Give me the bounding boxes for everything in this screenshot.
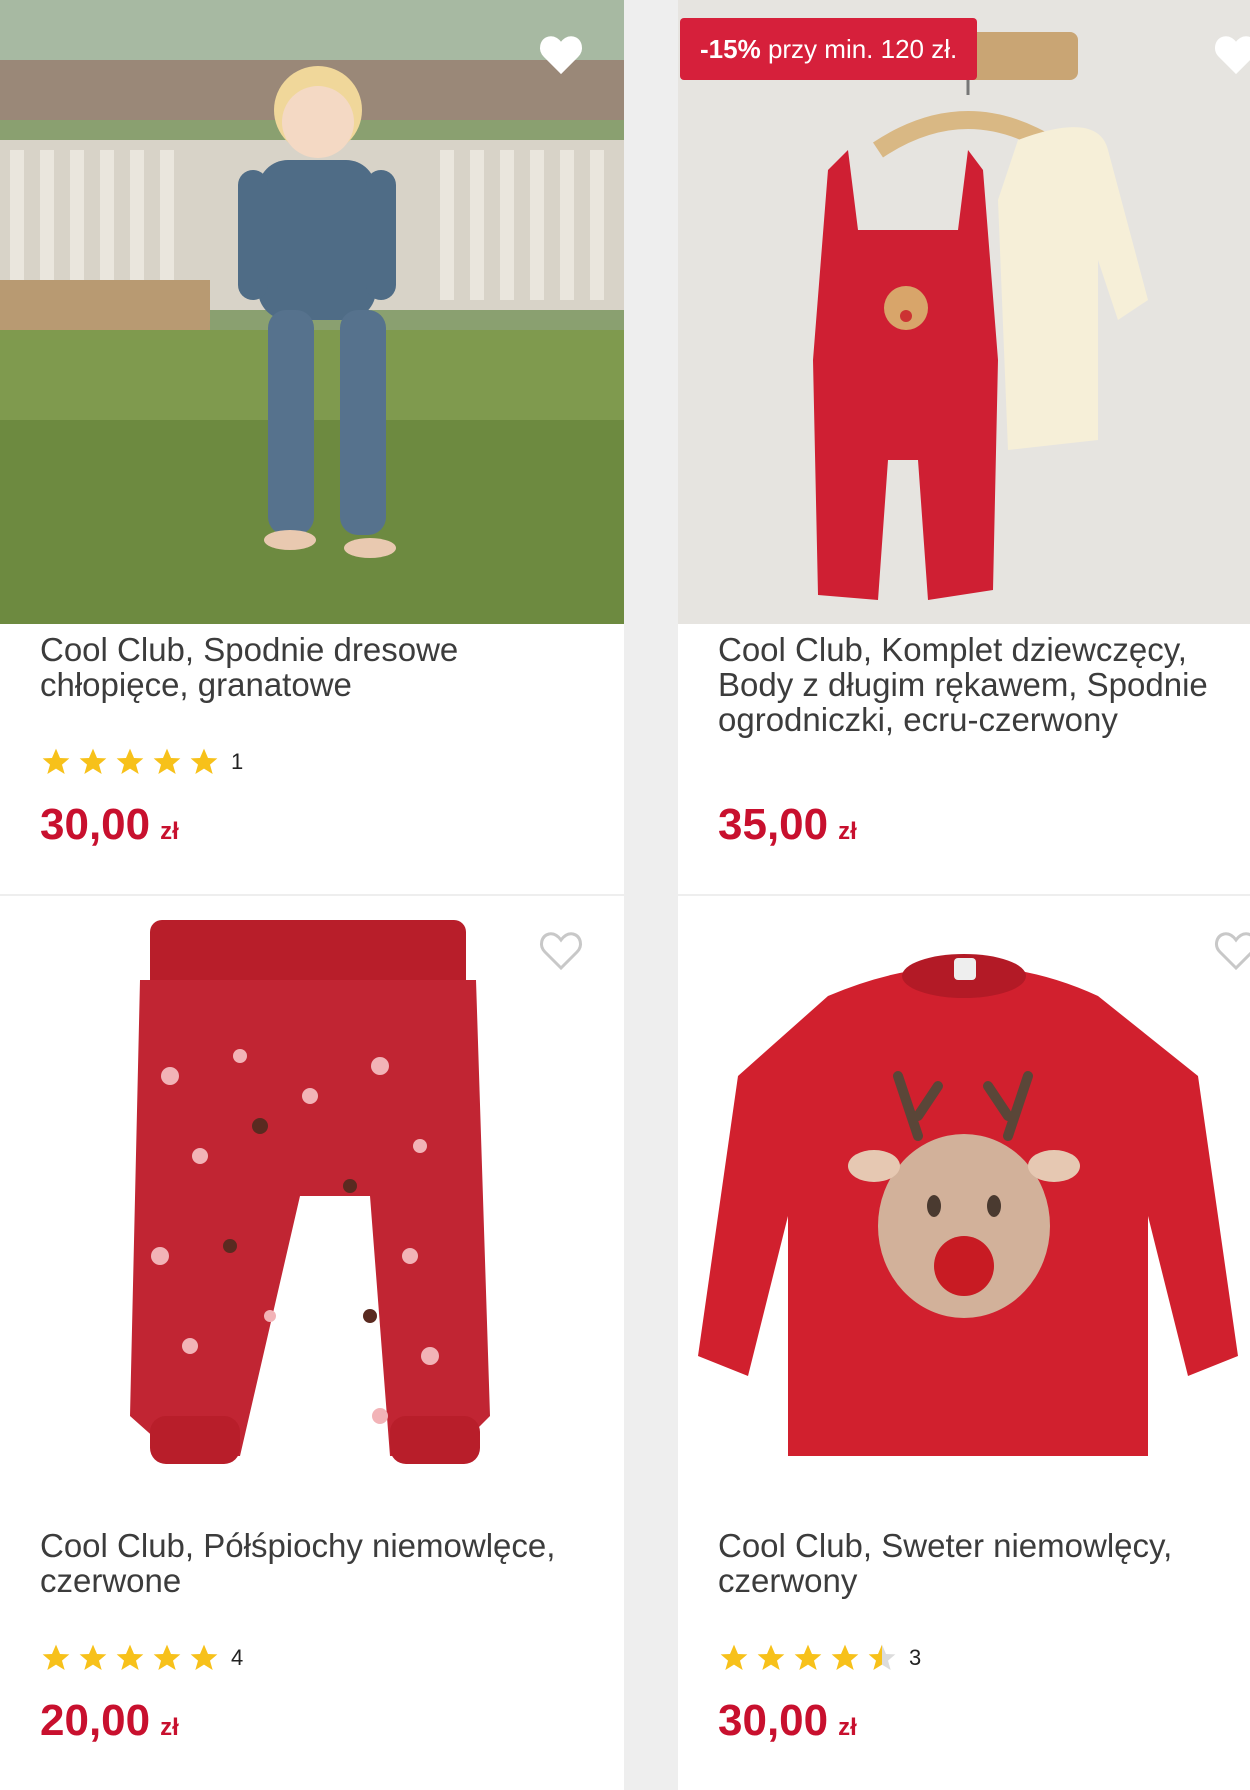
price-value: 20,00 [40,1696,151,1745]
price-currency: zł [160,818,179,845]
product-grid: Cool Club, Spodnie dresowe chłopięce, gr… [0,0,1250,1790]
star-icon [831,1644,859,1670]
product-image[interactable] [678,896,1250,1520]
product-card[interactable]: -15% przy min. 120 zł. Cool Club, Komple… [678,0,1250,894]
product-card[interactable]: Cool Club, Półśpiochy niemowlęce, czerwo… [0,896,624,1790]
half-star-icon [868,1644,896,1670]
star-icon [116,748,144,774]
rating-count: 3 [909,1645,922,1670]
star-icon [757,1644,785,1670]
product-image[interactable] [678,0,1250,624]
star-icon [720,1644,748,1670]
product-rating: 4 [40,1641,243,1675]
price-currency: zł [838,818,857,845]
product-card[interactable]: Cool Club, Sweter niemowlęcy, czerwony 3… [678,896,1250,1790]
product-title[interactable]: Cool Club, Sweter niemowlęcy, czerwony [718,1528,1238,1598]
price-value: 35,00 [718,800,829,849]
star-icon [153,1644,181,1670]
star-icon [190,748,218,774]
rating-count: 1 [231,749,244,774]
product-rating: 3 [718,1641,921,1675]
product-image[interactable] [0,0,624,624]
product-price: 35,00 zł [718,800,857,850]
star-icon [116,1644,144,1670]
favorite-heart-icon[interactable] [537,30,585,78]
promo-badge: -15% przy min. 120 zł. [680,18,978,80]
promo-text: przy min. 120 zł. [767,34,958,64]
product-title[interactable]: Cool Club, Komplet dziewczęcy, Body z dł… [718,632,1238,737]
price-value: 30,00 [40,800,151,849]
product-price: 30,00 zł [40,800,179,850]
star-icon [153,748,181,774]
rating-count: 4 [231,1645,244,1670]
favorite-heart-icon[interactable] [1212,30,1250,78]
promo-discount: -15% [700,34,761,64]
star-icon [79,1644,107,1670]
star-icon [190,1644,218,1670]
product-image[interactable] [0,896,624,1520]
star-icon [794,1644,822,1670]
star-icon [42,748,70,774]
product-title[interactable]: Cool Club, Spodnie dresowe chłopięce, gr… [40,632,580,702]
product-card[interactable]: Cool Club, Spodnie dresowe chłopięce, gr… [0,0,624,894]
price-value: 30,00 [718,1696,829,1745]
star-icon [42,1644,70,1670]
star-icon [79,748,107,774]
price-currency: zł [160,1714,179,1741]
price-currency: zł [838,1714,857,1741]
product-title[interactable]: Cool Club, Półśpiochy niemowlęce, czerwo… [40,1528,580,1598]
product-rating: 1 [40,745,243,779]
product-price: 20,00 zł [40,1696,179,1746]
product-price: 30,00 zł [718,1696,857,1746]
favorite-heart-icon[interactable] [537,926,585,974]
favorite-heart-icon[interactable] [1212,926,1250,974]
